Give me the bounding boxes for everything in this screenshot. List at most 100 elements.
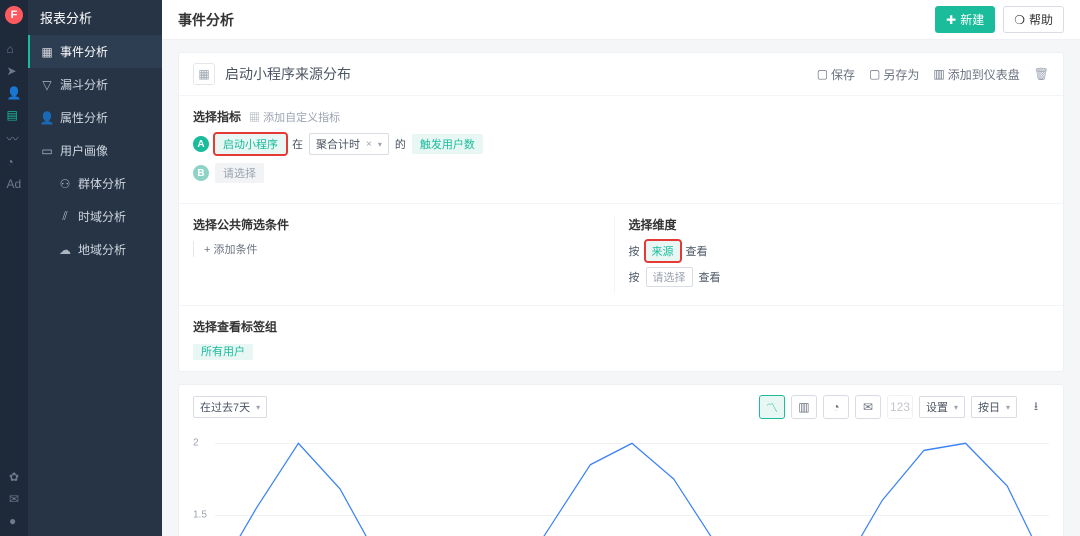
metric-row-b: B 请选择 xyxy=(193,163,1049,183)
iconbar-send-icon[interactable]: ➤ xyxy=(7,64,22,78)
dimension-chip-source[interactable]: 来源 xyxy=(646,241,680,261)
iconbar-chart-icon[interactable]: ▤ xyxy=(7,108,22,122)
metric-badge-b: B xyxy=(193,165,209,181)
sidebar-item-profile[interactable]: ▭ 用户画像 xyxy=(28,134,162,167)
iconbar-home-icon[interactable]: ⌂ xyxy=(7,42,22,56)
dimensions-col: 选择维度 按 来源 查看 按 请选择 查看 xyxy=(614,216,1050,293)
chart-card: 在过去7天▾ 〽 ▥ ◔ ✉ 123 设置▾ 按日▾ ⭳ 21.51 xyxy=(178,384,1064,536)
metric-badge-a: A xyxy=(193,136,209,152)
sidebar-item-label: 属性分析 xyxy=(60,109,108,126)
sidebar-item-event[interactable]: ▦ 事件分析 xyxy=(28,35,162,68)
sidebar-item-label: 漏斗分析 xyxy=(60,76,108,93)
chevron-down-icon: ▾ xyxy=(378,140,382,149)
add-condition[interactable]: + 添加条件 xyxy=(193,241,614,257)
iconbar: F ⌂ ➤ 👤 ▤ 〰 ◔ Ad ✿ ✉ ● xyxy=(0,0,28,536)
sidebar-item-label: 时域分析 xyxy=(78,208,126,225)
new-button[interactable]: ✚新建 xyxy=(935,6,995,33)
content: ▦ 启动小程序来源分布 ▢保存 ▢另存为 ▥添加到仪表盘 🗑 选择指标 ▦ 添加… xyxy=(162,40,1080,536)
download-button[interactable]: ⭳ xyxy=(1023,395,1049,419)
topbar: 事件分析 ✚新建 ❍帮助 xyxy=(162,0,1080,40)
app-logo: F xyxy=(5,6,23,24)
iconbar-chat-icon[interactable]: ✉ xyxy=(9,492,19,506)
custom-metric-hint[interactable]: ▦ 添加自定义指标 xyxy=(249,109,340,125)
tags-section: 选择查看标签组 所有用户 xyxy=(179,306,1063,371)
metric-b-placeholder[interactable]: 请选择 xyxy=(215,163,264,183)
series-line xyxy=(215,443,1049,536)
chart-area: 21.51 xyxy=(193,429,1049,536)
delete-button[interactable]: 🗑 xyxy=(1034,67,1049,81)
metric-agg-select[interactable]: 聚合计时×▾ xyxy=(309,133,389,155)
sidebar-item-funnel[interactable]: ▽ 漏斗分析 xyxy=(28,68,162,101)
metric-row-a: A 启动小程序 在 聚合计时×▾ 的 触发用户数 xyxy=(193,133,1049,155)
panel-title: 启动小程序来源分布 xyxy=(225,64,803,84)
chevron-down-icon: ▾ xyxy=(1006,403,1010,412)
sidebar-item-time[interactable]: ⫽ 时域分析 xyxy=(28,200,162,233)
sidebar-item-label: 用户画像 xyxy=(60,142,108,159)
help-button[interactable]: ❍帮助 xyxy=(1003,6,1064,33)
sidebar-item-label: 事件分析 xyxy=(60,43,108,60)
tag-chip-all[interactable]: 所有用户 xyxy=(193,344,253,360)
iconbar-ad-icon[interactable]: Ad xyxy=(7,177,22,191)
region-icon: ☁ xyxy=(58,243,72,257)
chart-type-pie[interactable]: ◔ xyxy=(823,395,849,419)
time-icon: ⫽ xyxy=(58,209,72,224)
dashboard-icon: ▥ xyxy=(933,67,944,81)
chevron-down-icon: ▾ xyxy=(954,403,958,412)
dimension-chip-empty[interactable]: 请选择 xyxy=(646,267,693,287)
add-dashboard-link[interactable]: ▥添加到仪表盘 xyxy=(933,66,1019,83)
sidebar-item-label: 群体分析 xyxy=(78,175,126,192)
line-chart xyxy=(215,429,1049,536)
chart-type-bar[interactable]: ▥ xyxy=(791,395,817,419)
page-title: 事件分析 xyxy=(178,10,927,30)
sidebar: 报表分析 ▦ 事件分析 ▽ 漏斗分析 👤 属性分析 ▭ 用户画像 ⚇ 群体分析 ⫽ 时域分析 ☁ 地域分析 xyxy=(28,0,162,536)
panel-icon: ▦ xyxy=(193,63,215,85)
save-icon: ▢ xyxy=(817,67,828,81)
metrics-title: 选择指标 ▦ 添加自定义指标 xyxy=(193,108,1049,125)
funnel-icon: ▽ xyxy=(40,78,54,92)
dimension-row-1: 按 来源 查看 xyxy=(629,241,1050,261)
filters-col: 选择公共筛选条件 + 添加条件 xyxy=(193,216,614,293)
group-icon: ⚇ xyxy=(58,177,72,191)
date-range-select[interactable]: 在过去7天▾ xyxy=(193,396,267,418)
chart-groupby-select[interactable]: 按日▾ xyxy=(971,396,1017,418)
y-tick: 1.5 xyxy=(193,509,207,520)
iconbar-wave-icon[interactable]: 〰 xyxy=(7,130,22,147)
chart-type-number[interactable]: 123 xyxy=(887,395,913,419)
chart-settings-select[interactable]: 设置▾ xyxy=(919,396,965,418)
metric-in-text: 在 xyxy=(292,136,303,152)
tags-title: 选择查看标签组 xyxy=(193,318,1049,335)
panel-header: ▦ 启动小程序来源分布 ▢保存 ▢另存为 ▥添加到仪表盘 🗑 xyxy=(179,53,1063,96)
saveas-icon: ▢ xyxy=(869,67,880,81)
panel-card: ▦ 启动小程序来源分布 ▢保存 ▢另存为 ▥添加到仪表盘 🗑 选择指标 ▦ 添加… xyxy=(178,52,1064,372)
filters-title: 选择公共筛选条件 xyxy=(193,216,614,233)
metric-value-chip[interactable]: 触发用户数 xyxy=(412,134,483,154)
help-icon: ❍ xyxy=(1014,13,1025,27)
event-icon: ▦ xyxy=(40,45,54,59)
save-link[interactable]: ▢保存 xyxy=(817,66,855,83)
iconbar-gear-icon[interactable]: ✿ xyxy=(9,470,19,484)
metric-of-text: 的 xyxy=(395,136,406,152)
main: 事件分析 ✚新建 ❍帮助 ▦ 启动小程序来源分布 ▢保存 ▢另存为 ▥添加到仪表… xyxy=(162,0,1080,536)
sidebar-item-attr[interactable]: 👤 属性分析 xyxy=(28,101,162,134)
dimension-row-2: 按 请选择 查看 xyxy=(629,267,1050,287)
sidebar-item-region[interactable]: ☁ 地域分析 xyxy=(28,233,162,266)
chart-toolbar: 在过去7天▾ 〽 ▥ ◔ ✉ 123 设置▾ 按日▾ ⭳ xyxy=(193,395,1049,419)
chart-type-mail[interactable]: ✉ xyxy=(855,395,881,419)
attr-icon: 👤 xyxy=(40,111,54,125)
iconbar-user-icon[interactable]: 👤 xyxy=(7,86,22,100)
metrics-section: 选择指标 ▦ 添加自定义指标 A 启动小程序 在 聚合计时×▾ 的 触发用户数 xyxy=(179,96,1063,204)
iconbar-q-icon[interactable]: ◔ xyxy=(7,155,22,169)
plus-icon: ✚ xyxy=(946,13,956,27)
filter-dim-section: 选择公共筛选条件 + 添加条件 选择维度 按 来源 查看 按 请选择 xyxy=(179,204,1063,306)
sidebar-item-group[interactable]: ⚇ 群体分析 xyxy=(28,167,162,200)
dimensions-title: 选择维度 xyxy=(629,216,1050,233)
y-tick: 2 xyxy=(193,438,199,449)
metric-event-chip[interactable]: 启动小程序 xyxy=(215,134,286,154)
sidebar-title: 报表分析 xyxy=(28,0,162,35)
sidebar-item-label: 地域分析 xyxy=(78,241,126,258)
saveas-link[interactable]: ▢另存为 xyxy=(869,66,919,83)
iconbar-avatar-icon[interactable]: ● xyxy=(9,514,19,528)
clear-icon[interactable]: × xyxy=(366,139,372,150)
profile-icon: ▭ xyxy=(40,144,54,158)
chart-type-line[interactable]: 〽 xyxy=(759,395,785,419)
